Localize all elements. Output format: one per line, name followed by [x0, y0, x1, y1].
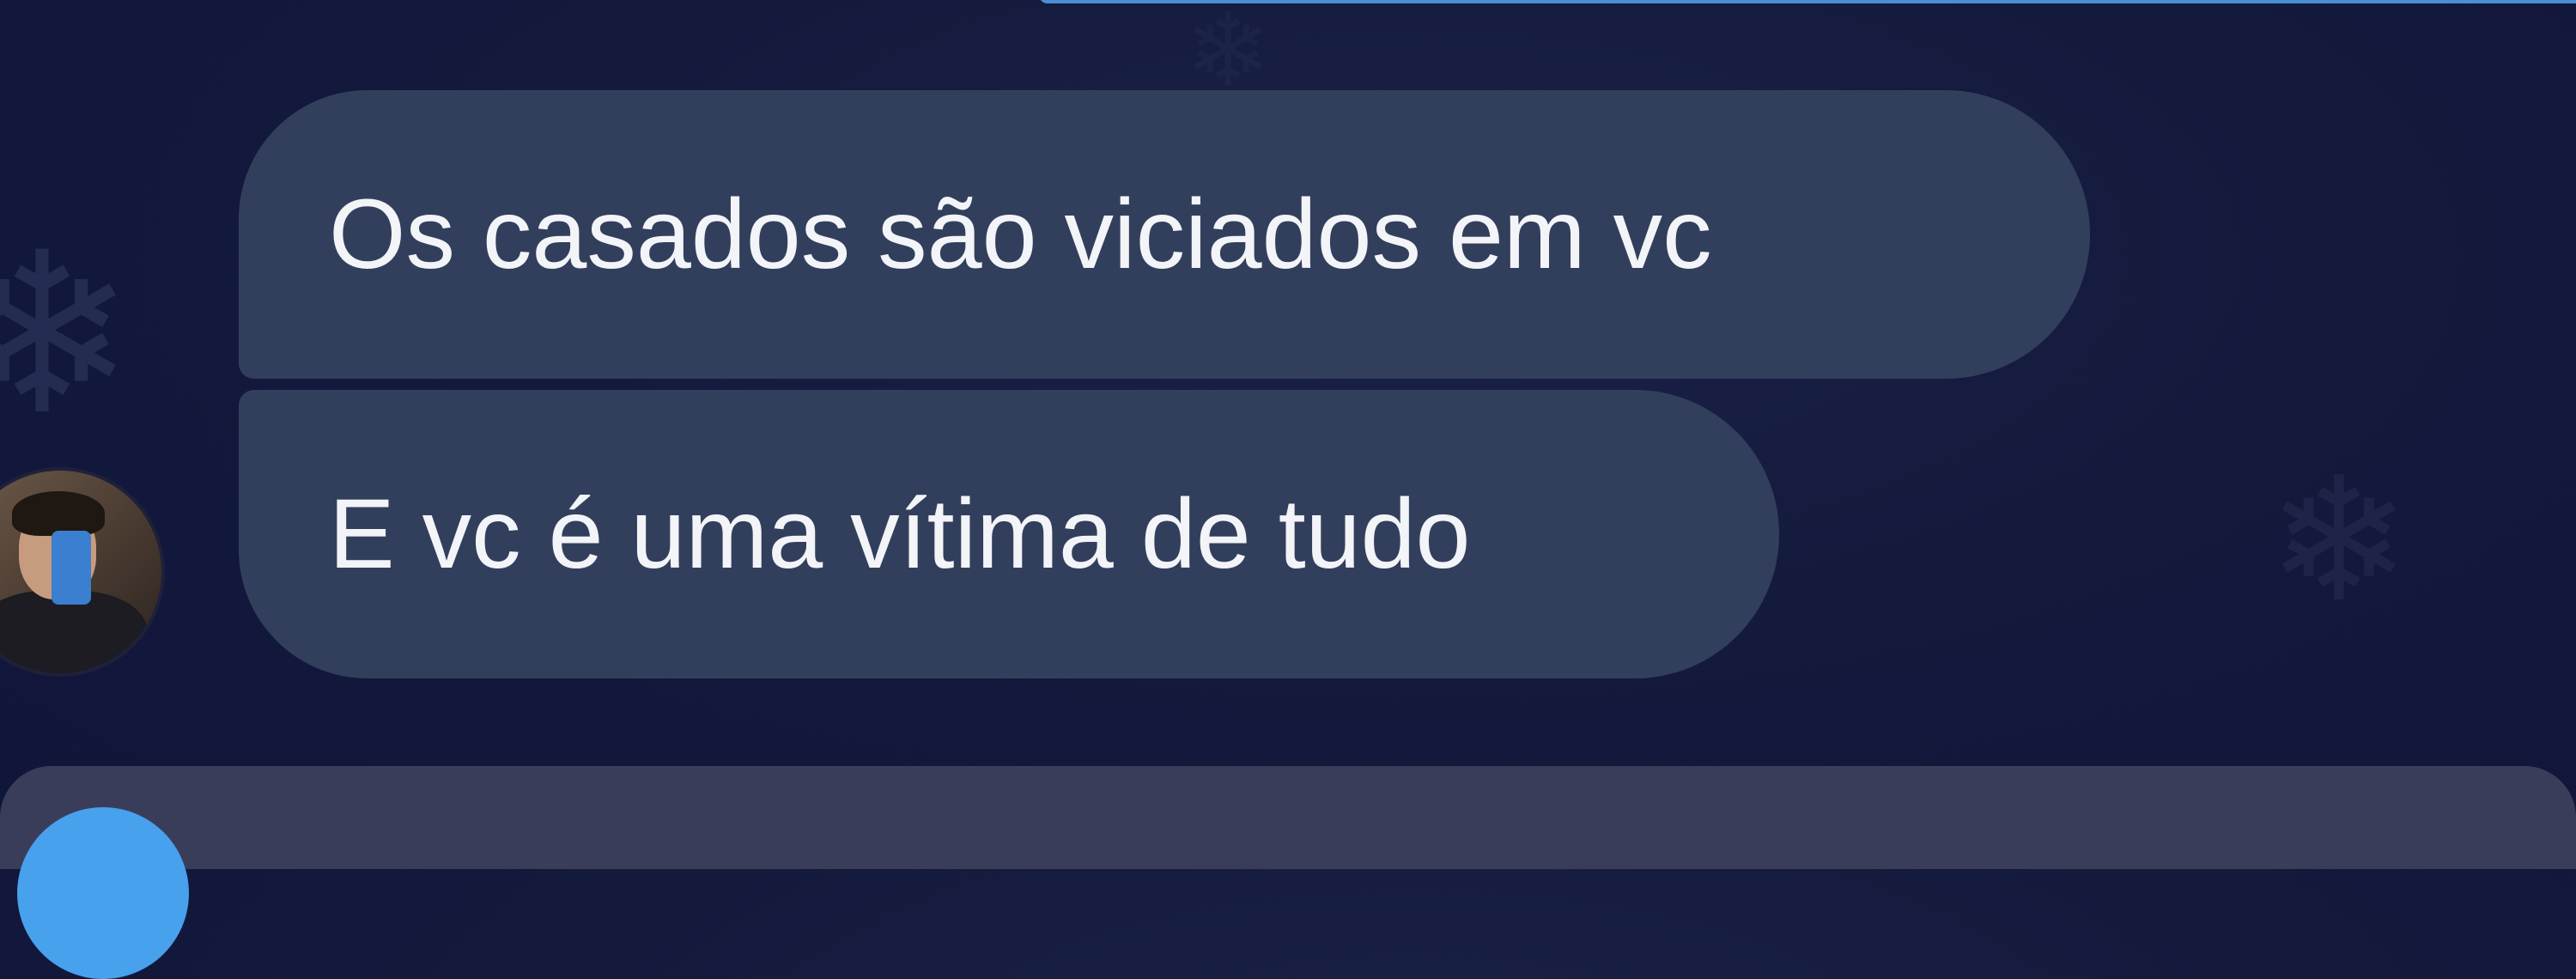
- snowflake-icon: ❄: [0, 205, 136, 465]
- message-input-bar[interactable]: [0, 766, 2576, 869]
- avatar-phone: [52, 531, 91, 605]
- snowflake-icon: ❄: [2267, 441, 2411, 641]
- attach-button[interactable]: [17, 807, 189, 979]
- snowflake-icon: ❄: [1185, 0, 1272, 111]
- message-text: E vc é uma vítima de tudo: [329, 478, 1471, 589]
- message-text: Os casados são viciados em vc: [329, 179, 1712, 289]
- avatar-hair: [12, 491, 105, 536]
- message-bubble[interactable]: E vc é uma vítima de tudo: [239, 390, 1779, 678]
- message-bubble[interactable]: Os casados são viciados em vc: [239, 90, 2090, 379]
- avatar[interactable]: [0, 471, 161, 673]
